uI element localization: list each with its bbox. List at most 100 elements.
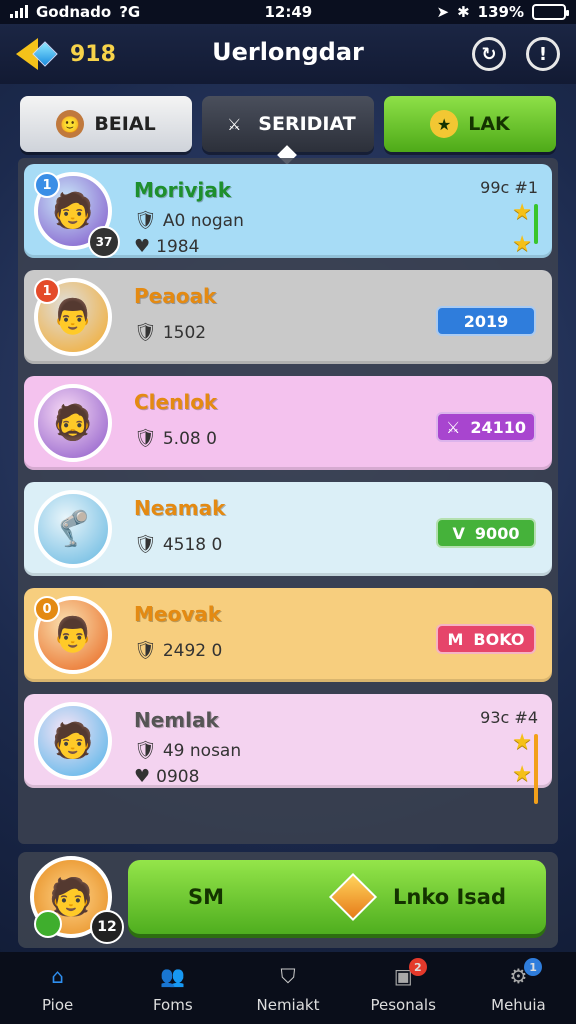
cta-right-label: Lnko Isad [393, 885, 506, 909]
status-right: ➤ ✱ 139% [436, 3, 569, 21]
battery-icon [532, 4, 569, 20]
stat-value: 0908 [156, 766, 200, 787]
score-value: 9000 [474, 523, 520, 543]
stat-line: 🛡 4518 0 [134, 534, 222, 555]
leaderboard-row[interactable]: 🧔 Clenlok 🛡 5.08 0 ⚔ 24110 [24, 376, 552, 470]
player-card: 🧑 12 SM Lnko Isad [18, 852, 558, 948]
tab-label: LAK [468, 113, 510, 135]
score-prefix: M [447, 629, 464, 649]
header-actions: ↻ ! [472, 37, 560, 71]
bottom-nav: ⌂ Pioe 👥 Foms ⛉ Nemiakt ▣ Pesonals 2 ⚙ Mehuia 1 [0, 952, 576, 1024]
bluetooth-icon: ✱ [457, 3, 470, 21]
level-badge: 12 [90, 910, 124, 944]
player-avatar[interactable]: 🦿 [34, 490, 112, 568]
diamond-icon [328, 872, 378, 922]
tab-seridiat[interactable]: ⚔ SERIDIAT [202, 96, 374, 152]
nav-label: Mehuia [491, 996, 546, 1014]
shield-icon: 🛡 [134, 534, 157, 555]
carrier-name: Godnado [36, 3, 112, 21]
star-icon: ★ [512, 200, 532, 225]
tab-label: SERIDIAT [258, 113, 356, 135]
swords-icon: ⚔ [227, 114, 242, 134]
refresh-icon: ↻ [481, 43, 497, 65]
stat-value: 49 nosan [162, 740, 242, 761]
info-button[interactable]: ! [526, 37, 560, 71]
header-bar: 918 Uerlongdar ↻ ! [0, 24, 576, 84]
player-avatar-icon: 🙂 [56, 110, 85, 138]
refresh-button[interactable]: ↻ [472, 37, 506, 71]
cta-left-label: SM [188, 885, 225, 909]
trophy-icon: ★ [430, 110, 459, 138]
score-prefix: ⚔ [445, 417, 461, 437]
score-pill[interactable]: M BOKO [436, 624, 536, 654]
rank-text: 99c #1 [480, 178, 538, 197]
score-value: 24110 [470, 417, 526, 437]
tab-label: BEIAL [94, 113, 156, 135]
link-squad-button[interactable]: SM Lnko Isad [128, 860, 546, 934]
stat-value: A0 nogan [162, 210, 244, 231]
shield-icon: 🛡 [134, 740, 157, 761]
stat-line: ♥ 0908 [134, 766, 199, 787]
stat-value: 2492 0 [162, 640, 223, 661]
network-type: ?G [119, 3, 141, 21]
progress-bar [534, 734, 538, 804]
nav-label: Foms [152, 996, 193, 1014]
player-avatar[interactable]: 🧔 [34, 384, 112, 462]
stat-value: 5.08 0 [162, 428, 217, 449]
stat-value: 4518 0 [162, 534, 223, 555]
leaderboard-row[interactable]: 🧑 1 37 Morivjak 🛡 A0 nogan ♥ 1984 99c #1 ★ ★ [24, 164, 552, 258]
leaderboard-row[interactable]: 👨 0 Meovak 🛡 2492 0 M BOKO [24, 588, 552, 682]
nav-label: Pioe [41, 996, 74, 1014]
score-pill[interactable]: V 9000 [436, 518, 536, 548]
tab-beial[interactable]: 🙂 BEIAL [20, 96, 192, 152]
player-name: Morivjak [134, 178, 232, 202]
notification-badge: 1 [524, 958, 543, 976]
nav-item[interactable]: ⚙ Mehuia 1 [461, 952, 576, 1024]
nav-item[interactable]: ▣ Pesonals 2 [346, 952, 461, 1024]
score-value: 2019 [463, 311, 509, 331]
leaderboard-row[interactable]: 🦿 Neamak 🛡 4518 0 V 9000 [24, 482, 552, 576]
stat-line: 🛡 5.08 0 [134, 428, 217, 449]
tab-lak[interactable]: ★ LAK [384, 96, 556, 152]
leaderboard-row[interactable]: 🧑 Nemlak 🛡 49 nosan ♥ 0908 93c #4 ★ ★ [24, 694, 552, 804]
shield-icon: 🛡 [134, 210, 157, 231]
shield-icon: 🛡 [134, 428, 157, 449]
nav-item[interactable]: 👥 Foms [115, 952, 230, 1024]
stat-line: 🛡 2492 0 [134, 640, 222, 661]
stat-line: 🛡 1502 [134, 322, 206, 343]
score-prefix: V [452, 523, 465, 543]
progress-bar [534, 204, 538, 244]
stat-line: 🛡 A0 nogan [134, 210, 244, 231]
nav-item[interactable]: ⛉ Nemiakt [230, 952, 345, 1024]
stat-value: 1502 [162, 322, 207, 343]
nav-item[interactable]: ⌂ Pioe [0, 952, 115, 1024]
tab-bar: 🙂 BEIAL ⚔ SERIDIAT ★ LAK [20, 96, 556, 152]
shield-icon: 🛡 [134, 640, 157, 661]
rank-badge: 1 [34, 172, 60, 198]
score-pill[interactable]: 2019 [436, 306, 536, 336]
player-name: Clenlok [134, 390, 218, 414]
shield-icon: 🛡 [134, 322, 157, 343]
online-badge-icon [34, 910, 62, 938]
status-left: Godnado ?G [10, 3, 140, 21]
stat-value: 1984 [156, 236, 200, 257]
rank-badge: 1 [34, 278, 60, 304]
star-icon: ★ [512, 232, 532, 257]
notification-badge: 2 [408, 958, 427, 976]
player-name: Meovak [134, 602, 222, 626]
star-icon: ★ [512, 730, 532, 755]
player-avatar[interactable]: 🧑 [34, 702, 112, 780]
nav-label: Pesonals [370, 996, 436, 1014]
score-pill[interactable]: ⚔ 24110 [435, 412, 536, 442]
location-icon: ➤ [436, 3, 450, 21]
stat-line: 🛡 49 nosan [134, 740, 241, 761]
nav-label: Nemiakt [256, 996, 320, 1014]
shield-icon: ⛉ [280, 964, 296, 988]
coin-count: 918 [70, 41, 116, 67]
battery-percent: 139% [477, 3, 524, 21]
rank-badge: 0 [34, 596, 60, 622]
back-button[interactable]: 918 [16, 38, 116, 70]
star-icon: ★ [512, 762, 532, 787]
leaderboard-row[interactable]: 👨 1 Peaoak 🛡 1502 2019 [24, 270, 552, 364]
stars: ★ ★ [512, 732, 532, 786]
